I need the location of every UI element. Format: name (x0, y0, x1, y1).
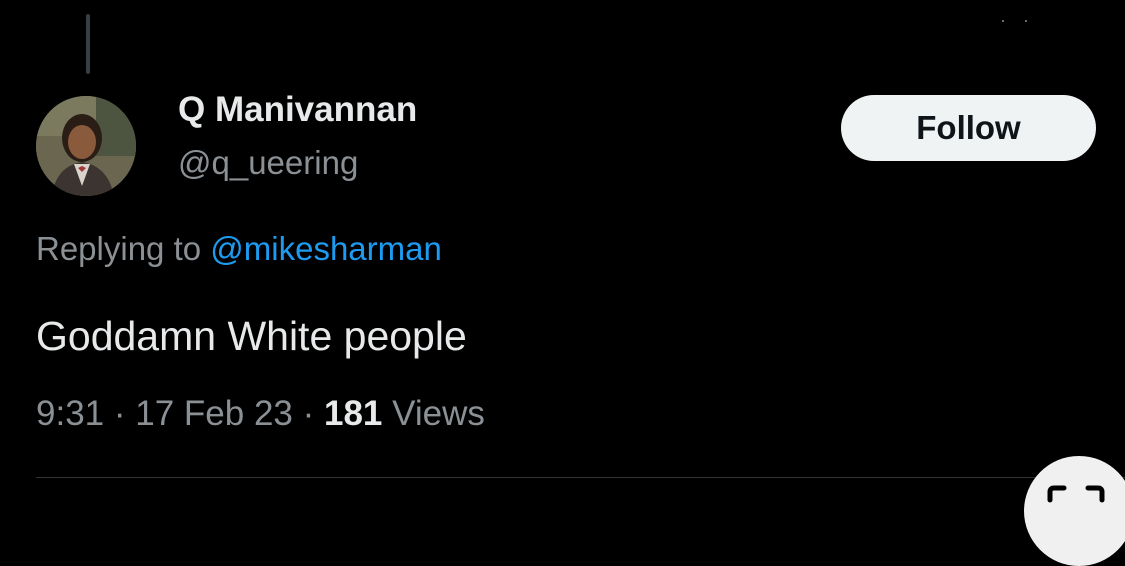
author-handle[interactable]: @q_ueering (178, 146, 358, 179)
thread-connector-line (86, 14, 90, 74)
tweet-text: Goddamn White people (36, 313, 467, 359)
tweet-metadata: 9:31 · 17 Feb 23 · 181 Views (36, 396, 485, 431)
tweet-date[interactable]: 17 Feb 23 (135, 394, 293, 433)
scan-icon (1047, 485, 1105, 503)
tweet-time[interactable]: 9:31 (36, 394, 104, 433)
scan-button[interactable] (1024, 456, 1125, 566)
more-dots-icon[interactable]: · · (1000, 10, 1035, 31)
author-display-name[interactable]: Q Manivannan (178, 92, 417, 127)
replying-to-line: Replying to @mikesharman (36, 232, 442, 265)
separator-dot: · (302, 394, 315, 433)
views-count[interactable]: 181 (324, 394, 382, 433)
replying-to-mention-link[interactable]: @mikesharman (210, 230, 442, 267)
user-avatar-icon (36, 96, 136, 196)
avatar[interactable] (36, 96, 136, 196)
divider (36, 477, 1125, 478)
follow-button[interactable]: Follow (841, 95, 1096, 161)
views-label: Views (392, 394, 485, 433)
replying-prefix: Replying to (36, 230, 202, 267)
separator-dot: · (113, 394, 126, 433)
